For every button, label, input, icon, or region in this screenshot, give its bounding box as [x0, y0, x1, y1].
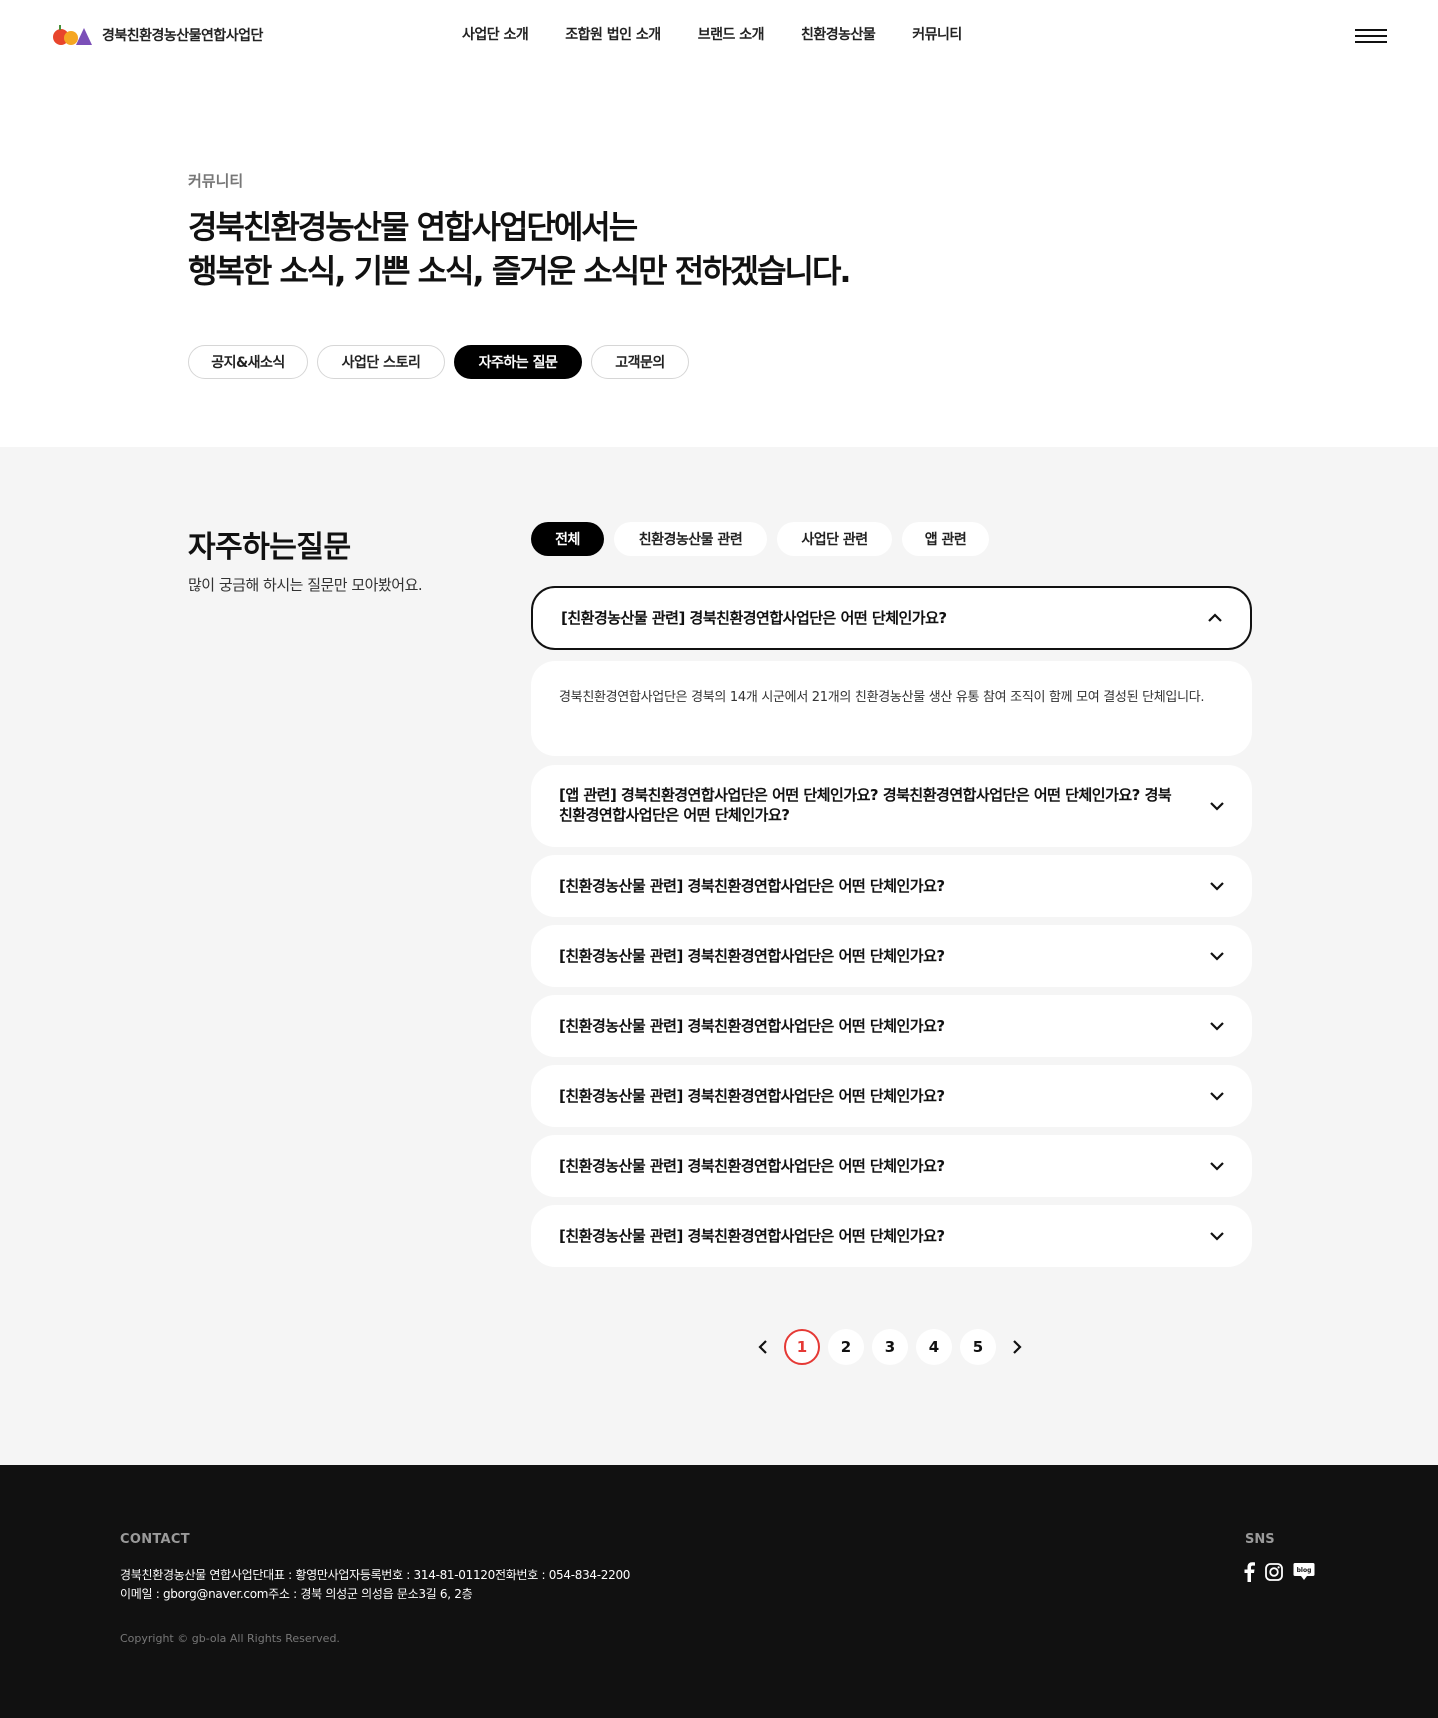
blog-icon[interactable]: blog [1293, 1562, 1315, 1582]
faq-answer-panel: 경북친환경연합사업단은 경북의 14개 시군에서 21개의 친환경농산물 생산 … [531, 661, 1252, 756]
faq-question: [앱 관련] 경북친환경연합사업단은 어떤 단체인가요? 경북친환경연합사업단은… [559, 786, 1172, 824]
tab-notice[interactable]: 공지&새소식 [188, 345, 308, 379]
faq-answer: 경북친환경연합사업단은 경북의 14개 시군에서 21개의 친환경농산물 생산 … [559, 690, 1205, 705]
blog-badge-text: blog [1297, 1567, 1312, 1574]
page-title-line-2: 행복한 소식, 기쁜 소식, 즐거운 소식만 전하겠습니다. [188, 252, 852, 290]
tab-story[interactable]: 사업단 스토리 [317, 345, 445, 379]
faq-item[interactable]: [친환경농산물 관련] 경북친환경연합사업단은 어떤 단체인가요? [531, 855, 1252, 917]
page-button-1[interactable]: 1 [784, 1329, 820, 1365]
faq-item[interactable]: [친환경농산물 관련] 경북친환경연합사업단은 어떤 단체인가요? [531, 1135, 1252, 1197]
faq-subheading: 많이 궁금해 하시는 질문만 모아봤어요. [188, 576, 423, 594]
category-all[interactable]: 전체 [531, 522, 604, 556]
site-logo[interactable]: 경북친환경농산물연합사업단 [52, 22, 263, 48]
faq-item[interactable]: [친환경농산물 관련] 경북친환경연합사업단은 어떤 단체인가요? [531, 1205, 1252, 1267]
breadcrumb: 커뮤니티 [188, 172, 244, 190]
faq-question: [친환경농산물 관련] 경북친환경연합사업단은 어떤 단체인가요? [559, 877, 945, 895]
nav-item-about[interactable]: 사업단 소개 [462, 24, 529, 44]
page-button-4[interactable]: 4 [916, 1329, 952, 1365]
menu-icon[interactable] [1355, 29, 1387, 43]
nav-item-community[interactable]: 커뮤니티 [912, 24, 962, 44]
nav-item-members[interactable]: 조합원 법인 소개 [565, 24, 661, 44]
page-title-line-1: 경북친환경농산물 연합사업단에서는 [188, 208, 638, 246]
facebook-icon[interactable] [1243, 1562, 1255, 1582]
chevron-up-icon [1208, 613, 1222, 622]
category-app[interactable]: 앱 관련 [902, 522, 989, 556]
tab-faq[interactable]: 자주하는 질문 [454, 345, 582, 379]
chevron-left-icon [758, 1340, 767, 1354]
nav-item-products[interactable]: 친환경농산물 [801, 24, 876, 44]
footer-contact-label: CONTACT [120, 1532, 190, 1547]
faq-question: [친환경농산물 관련] 경북친환경연합사업단은 어떤 단체인가요? [561, 609, 947, 627]
chevron-right-icon [1013, 1340, 1022, 1354]
instagram-icon[interactable] [1265, 1563, 1283, 1581]
faq-item[interactable]: [앱 관련] 경북친환경연합사업단은 어떤 단체인가요? 경북친환경연합사업단은… [531, 765, 1252, 847]
faq-question: [친환경농산물 관련] 경북친환경연합사업단은 어떤 단체인가요? [559, 1017, 945, 1035]
faq-category-tabs: 전체 친환경농산물 관련 사업단 관련 앱 관련 [531, 522, 989, 556]
main-nav: 사업단 소개 조합원 법인 소개 브랜드 소개 친환경농산물 커뮤니티 [462, 24, 962, 44]
chevron-down-icon [1210, 802, 1224, 811]
footer-company-info: 경북친환경농산물 연합사업단대표 : 황영만사업자등록번호 : 314-81-0… [120, 1568, 631, 1582]
faq-item[interactable]: [친환경농산물 관련] 경북친환경연합사업단은 어떤 단체인가요? [531, 586, 1252, 650]
category-products[interactable]: 친환경농산물 관련 [614, 522, 767, 556]
site-header: 경북친환경농산물연합사업단 사업단 소개 조합원 법인 소개 브랜드 소개 친환… [0, 0, 1438, 70]
sns-links: blog [1243, 1562, 1315, 1582]
page-title: 경북친환경농산물 연합사업단에서는 행복한 소식, 기쁜 소식, 즐거운 소식만… [188, 205, 852, 293]
footer-address-info: 이메일 : gborg@naver.com주소 : 경북 의성군 의성읍 문소3… [120, 1587, 473, 1601]
category-organization[interactable]: 사업단 관련 [777, 522, 892, 556]
next-page-button[interactable] [1004, 1329, 1030, 1365]
chevron-down-icon [1210, 1092, 1224, 1101]
page-button-3[interactable]: 3 [872, 1329, 908, 1365]
nav-item-brand[interactable]: 브랜드 소개 [698, 24, 765, 44]
faq-heading: 자주하는질문 [188, 530, 351, 565]
faq-item[interactable]: [친환경농산물 관련] 경북친환경연합사업단은 어떤 단체인가요? [531, 995, 1252, 1057]
faq-question: [친환경농산물 관련] 경북친환경연합사업단은 어떤 단체인가요? [559, 1087, 945, 1105]
brand-name: 경북친환경농산물연합사업단 [102, 28, 263, 44]
chevron-down-icon [1210, 952, 1224, 961]
faq-question: [친환경농산물 관련] 경북친환경연합사업단은 어떤 단체인가요? [559, 1157, 945, 1175]
faq-question: [친환경농산물 관련] 경북친환경연합사업단은 어떤 단체인가요? [559, 947, 945, 965]
footer-sns-label: SNS [1245, 1532, 1275, 1547]
community-tabs: 공지&새소식 사업단 스토리 자주하는 질문 고객문의 [188, 345, 689, 379]
faq-item[interactable]: [친환경농산물 관련] 경북친환경연합사업단은 어떤 단체인가요? [531, 925, 1252, 987]
faq-item[interactable]: [친환경농산물 관련] 경북친환경연합사업단은 어떤 단체인가요? [531, 1065, 1252, 1127]
chevron-down-icon [1210, 1162, 1224, 1171]
page-button-2[interactable]: 2 [828, 1329, 864, 1365]
page-button-5[interactable]: 5 [960, 1329, 996, 1365]
logo-icon [52, 22, 92, 48]
chevron-down-icon [1210, 1232, 1224, 1241]
chevron-down-icon [1210, 1022, 1224, 1031]
tab-inquiry[interactable]: 고객문의 [591, 345, 689, 379]
prev-page-button[interactable] [750, 1329, 776, 1365]
footer-copyright: Copyright © gb-ola All Rights Reserved. [120, 1632, 340, 1645]
faq-question: [친환경농산물 관련] 경북친환경연합사업단은 어떤 단체인가요? [559, 1227, 945, 1245]
chevron-down-icon [1210, 882, 1224, 891]
pagination: 1 2 3 4 5 [750, 1329, 1030, 1365]
